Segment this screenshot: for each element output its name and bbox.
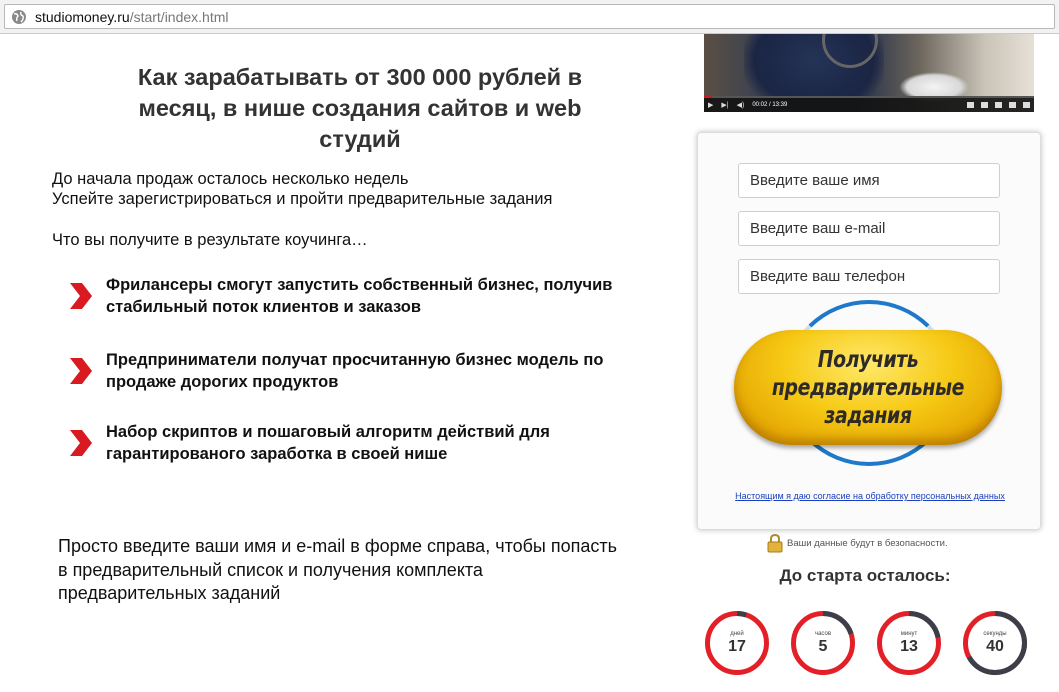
get-tasks-button[interactable]: Получить предварительные задания (732, 300, 1006, 468)
benefit-item: Набор скриптов и пошаговый алгоритм дейс… (68, 421, 668, 465)
name-input[interactable] (738, 163, 1000, 198)
call-to-action-text: Просто введите ваши имя и e-mail в форме… (58, 536, 618, 603)
countdown-title: До старта осталось: (779, 566, 951, 585)
globe-icon (12, 9, 26, 24)
chevron-right-icon (70, 283, 92, 309)
lock-icon (767, 533, 783, 552)
email-input[interactable] (738, 211, 1000, 246)
video-time: 00:02 / 13:39 (752, 102, 788, 108)
chevron-right-icon (70, 358, 92, 384)
volume-icon[interactable]: ◀) (737, 101, 745, 109)
get-tasks-button-label: Получить предварительные задания (771, 346, 965, 429)
intro-question: Что вы получите в результате коучинга… (52, 231, 368, 249)
captions-icon[interactable] (967, 102, 974, 108)
phone-input[interactable] (738, 259, 1000, 294)
gear-icon[interactable] (981, 102, 988, 108)
fullscreen-icon[interactable] (1023, 102, 1030, 108)
video-player[interactable]: ▶ ▶| ◀) 00:02 / 13:39 (704, 34, 1034, 112)
address-bar[interactable]: studiomoney.ru/start/index.html (4, 4, 1055, 29)
browser-toolbar: studiomoney.ru/start/index.html (0, 0, 1059, 34)
benefit-text: Набор скриптов и пошаговый алгоритм дейс… (106, 423, 550, 463)
countdown-value: 17 (728, 638, 746, 655)
benefit-item: Фрилансеры смогут запустить собственный … (68, 274, 668, 318)
url-path: /start/index.html (129, 8, 229, 25)
countdown-value: 40 (986, 638, 1004, 655)
countdown-hours: часов 5 (789, 609, 857, 677)
countdown-seconds: секунды 40 (961, 609, 1029, 677)
video-controls: ▶ ▶| ◀) 00:02 / 13:39 (704, 98, 1034, 112)
intro-text: До начала продаж осталось несколько неде… (52, 169, 652, 209)
countdown-days: дней 17 (703, 609, 771, 677)
next-icon[interactable]: ▶| (721, 101, 728, 109)
consent-link[interactable]: Настоящим я даю согласие на обработку пе… (698, 491, 1042, 501)
benefit-text: Фрилансеры смогут запустить собственный … (106, 276, 613, 316)
countdown-value: 13 (900, 638, 918, 655)
countdown-unit: минут (900, 631, 918, 637)
play-icon[interactable]: ▶ (708, 101, 713, 109)
signup-form: Получить предварительные задания Настоящ… (697, 132, 1041, 530)
watch-later-icon[interactable] (995, 102, 1002, 108)
benefit-text: Предприниматели получат просчитанную биз… (106, 351, 604, 391)
intro-line-2: Успейте зарегистрироваться и пройти пред… (52, 190, 553, 208)
security-note: Ваши данные будут в безопасности. (767, 533, 1017, 553)
url-domain: studiomoney.ru (35, 8, 130, 25)
countdown-unit: часов (814, 631, 832, 637)
countdown-unit: дней (730, 631, 744, 637)
page-headline: Как зарабатывать от 300 000 рублей в мес… (137, 64, 583, 152)
countdown-value: 5 (818, 638, 828, 655)
security-note-text: Ваши данные будут в безопасности. (787, 537, 948, 549)
countdown-minutes: минут 13 (875, 609, 943, 677)
benefit-item: Предприниматели получат просчитанную биз… (68, 349, 668, 393)
chevron-right-icon (70, 430, 92, 456)
intro-line-1: До начала продаж осталось несколько неде… (52, 170, 409, 188)
button-pill[interactable]: Получить предварительные задания (734, 330, 1002, 445)
countdown-unit: секунды (983, 631, 1007, 637)
theater-mode-icon[interactable] (1009, 102, 1016, 108)
